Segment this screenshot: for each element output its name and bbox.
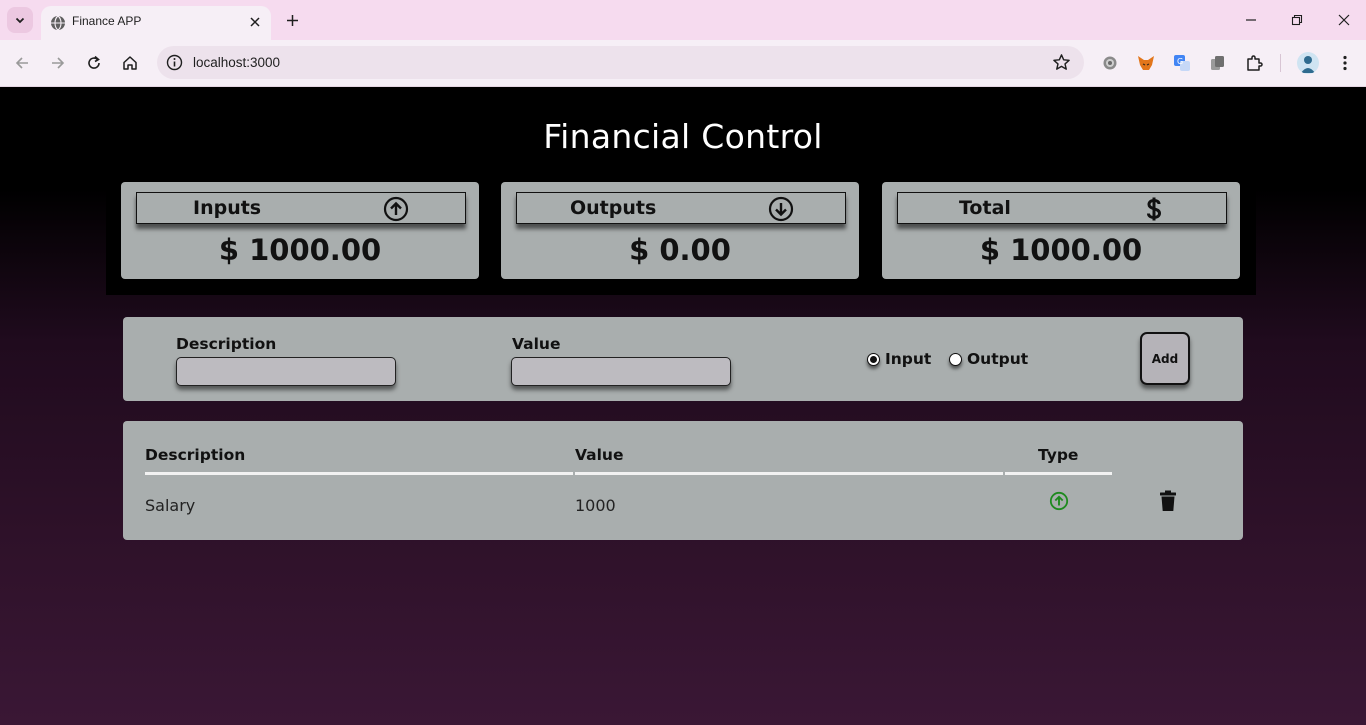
browser-tab-active[interactable]: Finance APP bbox=[41, 6, 271, 40]
toolbar-separator bbox=[1280, 54, 1281, 72]
extension-copy-button[interactable] bbox=[1207, 52, 1229, 74]
transactions-table: Description Value Type Salary 1000 bbox=[123, 421, 1243, 540]
total-card-label: Total bbox=[959, 197, 1011, 219]
output-type-radio-label[interactable]: Output bbox=[967, 350, 1028, 368]
input-type-radio-label[interactable]: Input bbox=[885, 350, 931, 368]
reload-icon bbox=[88, 55, 100, 69]
svg-text:G: G bbox=[1177, 57, 1183, 66]
gear-icon bbox=[1103, 56, 1117, 70]
value-input[interactable] bbox=[511, 357, 731, 386]
inputs-card: Inputs $ 1000.00 bbox=[121, 182, 479, 279]
outputs-card-header: Outputs bbox=[516, 192, 846, 224]
header-underline-type bbox=[1005, 472, 1112, 475]
address-bar[interactable]: localhost:3000 bbox=[157, 46, 1084, 79]
trash-icon[interactable] bbox=[1158, 490, 1178, 512]
column-header-description: Description bbox=[145, 446, 246, 464]
description-label: Description bbox=[176, 335, 277, 353]
minimize-icon bbox=[1246, 19, 1256, 21]
input-type-radio[interactable] bbox=[867, 353, 880, 366]
inputs-card-value: $ 1000.00 bbox=[218, 233, 382, 267]
arrow-down-circle-icon bbox=[768, 196, 794, 222]
total-card: Total $ 1000.00 bbox=[882, 182, 1240, 279]
output-type-radio[interactable] bbox=[949, 353, 962, 366]
column-header-value: Value bbox=[575, 446, 624, 464]
add-button[interactable]: Add bbox=[1140, 332, 1190, 385]
site-info-icon[interactable] bbox=[166, 54, 183, 71]
profile-avatar[interactable] bbox=[1297, 52, 1319, 74]
total-card-header: Total bbox=[897, 192, 1227, 224]
dollar-icon bbox=[1147, 197, 1162, 221]
outputs-card-label: Outputs bbox=[570, 197, 657, 219]
forward-button[interactable] bbox=[45, 50, 71, 76]
close-icon bbox=[250, 17, 260, 27]
row-description: Salary bbox=[145, 496, 196, 515]
translate-icon: G bbox=[1174, 55, 1190, 71]
restore-icon bbox=[1291, 14, 1303, 26]
arrow-left-icon bbox=[15, 57, 28, 69]
entry-form: Description Value Input Output Add bbox=[123, 317, 1243, 401]
page-title: Financial Control bbox=[543, 117, 823, 156]
arrow-up-circle-icon bbox=[383, 196, 409, 222]
extension-translate-button[interactable]: G bbox=[1171, 52, 1193, 74]
copy-icon bbox=[1211, 56, 1224, 70]
home-button[interactable] bbox=[117, 50, 143, 76]
close-icon bbox=[1338, 14, 1350, 26]
restore-button[interactable] bbox=[1283, 6, 1311, 34]
row-value: 1000 bbox=[575, 496, 616, 515]
extension-metamask-button[interactable] bbox=[1135, 52, 1157, 74]
value-label: Value bbox=[512, 335, 561, 353]
minimize-button[interactable] bbox=[1237, 6, 1265, 34]
description-input[interactable] bbox=[176, 357, 396, 386]
reload-button[interactable] bbox=[81, 50, 107, 76]
puzzle-icon bbox=[1247, 55, 1263, 71]
browser-toolbar: localhost:3000 G bbox=[0, 40, 1366, 87]
close-window-button[interactable] bbox=[1330, 6, 1358, 34]
browser-menu-button[interactable] bbox=[1334, 52, 1356, 74]
back-button[interactable] bbox=[9, 50, 35, 76]
tab-close-button[interactable] bbox=[246, 13, 264, 31]
globe-icon bbox=[51, 15, 65, 31]
inputs-card-label: Inputs bbox=[193, 197, 262, 219]
chevron-down-icon bbox=[15, 17, 25, 24]
column-header-type: Type bbox=[1038, 446, 1079, 464]
tab-title: Finance APP bbox=[72, 14, 142, 28]
url-text: localhost:3000 bbox=[193, 55, 281, 70]
arrow-up-circle-icon bbox=[1049, 491, 1069, 511]
extension-gear-button[interactable] bbox=[1099, 52, 1121, 74]
page-viewport: Financial Control Inputs $ 1000.00 Outpu… bbox=[0, 87, 1366, 725]
total-card-value: $ 1000.00 bbox=[979, 233, 1143, 267]
arrow-right-icon bbox=[52, 57, 65, 69]
header-underline-description bbox=[145, 472, 573, 475]
bookmark-star-icon[interactable] bbox=[1052, 53, 1071, 72]
avatar-icon bbox=[1301, 56, 1315, 73]
tab-search-button[interactable] bbox=[7, 7, 33, 33]
new-tab-button[interactable] bbox=[280, 8, 304, 32]
extensions-menu-button[interactable] bbox=[1243, 52, 1265, 74]
outputs-card: Outputs $ 0.00 bbox=[501, 182, 859, 279]
fox-icon bbox=[1138, 56, 1154, 70]
inputs-card-header: Inputs bbox=[136, 192, 466, 224]
header-underline-value bbox=[575, 472, 1003, 475]
more-vertical-icon bbox=[1343, 55, 1347, 71]
home-icon bbox=[123, 56, 137, 70]
plus-icon bbox=[286, 14, 298, 26]
browser-tabstrip: Finance APP bbox=[0, 0, 1366, 40]
outputs-card-value: $ 0.00 bbox=[629, 233, 731, 267]
